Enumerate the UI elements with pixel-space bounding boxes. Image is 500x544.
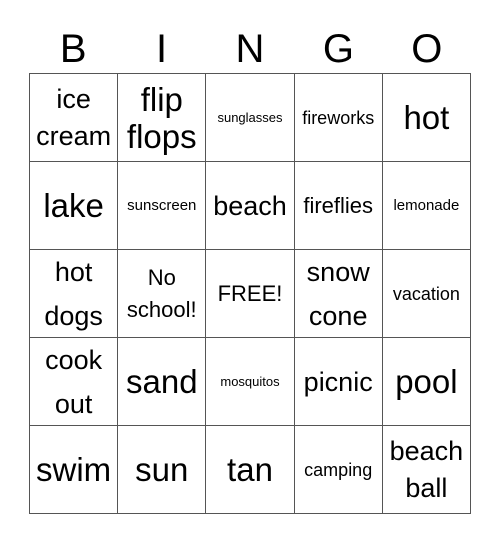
bingo-cell[interactable]: beach bbox=[206, 162, 295, 250]
cell-text: picnic bbox=[303, 366, 373, 397]
header-letter-b: B bbox=[59, 27, 87, 71]
bingo-cell[interactable]: fireflies bbox=[294, 162, 383, 250]
bingo-card: ice cream flip flops sunglasses firework… bbox=[29, 73, 471, 514]
cell-text: fireworks bbox=[302, 107, 375, 128]
bingo-cell[interactable]: camping bbox=[294, 426, 383, 514]
cell-text: pool bbox=[395, 363, 458, 400]
cell-text: hot dogs bbox=[44, 256, 103, 331]
bingo-cell[interactable]: vacation bbox=[382, 250, 471, 338]
bingo-cell[interactable]: hot bbox=[382, 74, 471, 162]
cell-text: beach bbox=[213, 190, 287, 221]
header-letter-n: N bbox=[235, 27, 265, 71]
cell-text: sun bbox=[135, 451, 189, 488]
bingo-cell[interactable]: beach ball bbox=[382, 426, 471, 514]
cell-text: FREE! bbox=[217, 281, 283, 306]
cell-text: ice cream bbox=[36, 83, 112, 151]
header-letter-o: O bbox=[411, 27, 443, 71]
bingo-header: B I N G O bbox=[29, 26, 471, 72]
free-space[interactable]: FREE! bbox=[206, 250, 295, 338]
bingo-cell[interactable]: sunscreen bbox=[118, 162, 207, 250]
header-letter-i: I bbox=[156, 27, 168, 71]
bingo-cell[interactable]: tan bbox=[206, 426, 295, 514]
bingo-cell[interactable]: swim bbox=[30, 426, 119, 514]
bingo-cell[interactable]: cook out bbox=[30, 338, 119, 426]
cell-text: tan bbox=[227, 451, 273, 488]
bingo-cell[interactable]: flip flops bbox=[118, 74, 207, 162]
header-letter-g: G bbox=[322, 27, 354, 71]
bingo-cell[interactable]: No school! bbox=[118, 250, 207, 338]
cell-text: sunscreen bbox=[127, 196, 197, 214]
bingo-cell[interactable]: picnic bbox=[294, 338, 383, 426]
cell-text: hot bbox=[403, 99, 450, 136]
cell-text: flip flops bbox=[126, 80, 197, 155]
cell-text: fireflies bbox=[303, 193, 374, 218]
bingo-cell[interactable]: sunglasses bbox=[206, 74, 295, 162]
cell-text: lake bbox=[43, 187, 104, 224]
bingo-cell[interactable]: lake bbox=[30, 162, 119, 250]
bingo-cell[interactable]: sand bbox=[118, 338, 207, 426]
cell-text: camping bbox=[304, 459, 373, 480]
bingo-cell[interactable]: ice cream bbox=[30, 74, 119, 162]
cell-text: sand bbox=[126, 363, 198, 400]
bingo-cell[interactable]: pool bbox=[382, 338, 471, 426]
bingo-cell[interactable]: snow cone bbox=[294, 250, 383, 338]
bingo-cell[interactable]: fireworks bbox=[294, 74, 383, 162]
cell-text: cook out bbox=[45, 344, 103, 419]
cell-text: lemonade bbox=[393, 196, 460, 214]
cell-text: sunglasses bbox=[217, 109, 283, 125]
cell-text: mosquitos bbox=[220, 373, 280, 389]
cell-text: snow cone bbox=[306, 256, 370, 331]
bingo-cell[interactable]: hot dogs bbox=[30, 250, 119, 338]
cell-text: beach ball bbox=[389, 435, 464, 503]
bingo-cell[interactable]: sun bbox=[118, 426, 207, 514]
bingo-cell[interactable]: mosquitos bbox=[206, 338, 295, 426]
cell-text: swim bbox=[36, 451, 112, 488]
cell-text: vacation bbox=[392, 283, 460, 304]
bingo-cell[interactable]: lemonade bbox=[382, 162, 471, 250]
cell-text: No school! bbox=[126, 264, 197, 322]
